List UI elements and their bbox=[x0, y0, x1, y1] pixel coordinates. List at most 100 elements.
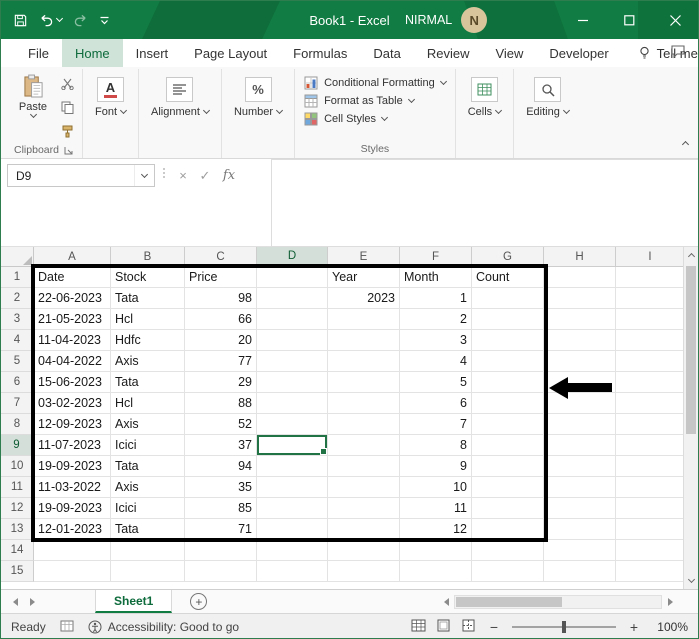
cell-H14[interactable] bbox=[544, 540, 616, 561]
cell-B11[interactable]: Axis bbox=[111, 477, 185, 498]
col-header-C[interactable]: C bbox=[185, 247, 257, 267]
cell-E4[interactable] bbox=[328, 330, 400, 351]
undo-icon[interactable] bbox=[39, 14, 64, 27]
number-group-button[interactable]: % Number bbox=[227, 70, 289, 118]
cell-H12[interactable] bbox=[544, 498, 616, 519]
minimize-button[interactable] bbox=[560, 1, 606, 39]
scroll-down-icon[interactable] bbox=[684, 572, 698, 589]
cell-E1[interactable]: Year bbox=[328, 267, 400, 288]
cell-D14[interactable] bbox=[257, 540, 328, 561]
cell-E8[interactable] bbox=[328, 414, 400, 435]
cell-I13[interactable] bbox=[616, 519, 685, 540]
cell-D12[interactable] bbox=[257, 498, 328, 519]
cell-G5[interactable] bbox=[472, 351, 544, 372]
cell-B3[interactable]: Hcl bbox=[111, 309, 185, 330]
cell-I12[interactable] bbox=[616, 498, 685, 519]
cell-I2[interactable] bbox=[616, 288, 685, 309]
row-header-9[interactable]: 9 bbox=[1, 435, 34, 456]
cell-I1[interactable] bbox=[616, 267, 685, 288]
cell-I8[interactable] bbox=[616, 414, 685, 435]
cell-F4[interactable]: 3 bbox=[400, 330, 472, 351]
cell-A5[interactable]: 04-04-2022 bbox=[34, 351, 111, 372]
cell-A3[interactable]: 21-05-2023 bbox=[34, 309, 111, 330]
tab-file[interactable]: File bbox=[15, 39, 62, 67]
tab-developer[interactable]: Developer bbox=[536, 39, 621, 67]
cell-A6[interactable]: 15-06-2023 bbox=[34, 372, 111, 393]
cancel-icon[interactable]: × bbox=[173, 164, 193, 187]
cell-G10[interactable] bbox=[472, 456, 544, 477]
name-box[interactable]: D9 bbox=[7, 164, 155, 187]
cell-G7[interactable] bbox=[472, 393, 544, 414]
tab-review[interactable]: Review bbox=[414, 39, 483, 67]
close-button[interactable] bbox=[652, 1, 698, 39]
cell-D5[interactable] bbox=[257, 351, 328, 372]
cell-F11[interactable]: 10 bbox=[400, 477, 472, 498]
cell-A12[interactable]: 19-09-2023 bbox=[34, 498, 111, 519]
cell-G14[interactable] bbox=[472, 540, 544, 561]
cell-E6[interactable] bbox=[328, 372, 400, 393]
zoom-out-button[interactable]: − bbox=[488, 619, 500, 635]
row-header-7[interactable]: 7 bbox=[1, 393, 34, 414]
cell-B7[interactable]: Hcl bbox=[111, 393, 185, 414]
zoom-slider[interactable] bbox=[512, 621, 616, 633]
horizontal-scrollbar[interactable] bbox=[438, 590, 698, 613]
comments-icon[interactable] bbox=[670, 44, 686, 62]
cell-H13[interactable] bbox=[544, 519, 616, 540]
cell-A1[interactable]: Date bbox=[34, 267, 111, 288]
cell-I9[interactable] bbox=[616, 435, 685, 456]
row-header-12[interactable]: 12 bbox=[1, 498, 34, 519]
cell-F14[interactable] bbox=[400, 540, 472, 561]
cell-E12[interactable] bbox=[328, 498, 400, 519]
cell-B14[interactable] bbox=[111, 540, 185, 561]
cell-I14[interactable] bbox=[616, 540, 685, 561]
row-header-13[interactable]: 13 bbox=[1, 519, 34, 540]
cell-F8[interactable]: 7 bbox=[400, 414, 472, 435]
cut-icon[interactable] bbox=[61, 77, 74, 95]
cell-C3[interactable]: 66 bbox=[185, 309, 257, 330]
cell-C11[interactable]: 35 bbox=[185, 477, 257, 498]
cell-A10[interactable]: 19-09-2023 bbox=[34, 456, 111, 477]
row-header-6[interactable]: 6 bbox=[1, 372, 34, 393]
col-header-E[interactable]: E bbox=[328, 247, 400, 267]
cell-B15[interactable] bbox=[111, 561, 185, 582]
cell-B13[interactable]: Tata bbox=[111, 519, 185, 540]
maximize-button[interactable] bbox=[606, 1, 652, 39]
cell-D3[interactable] bbox=[257, 309, 328, 330]
cell-B12[interactable]: Icici bbox=[111, 498, 185, 519]
select-all-corner[interactable] bbox=[1, 247, 34, 267]
cell-B8[interactable]: Axis bbox=[111, 414, 185, 435]
tab-view[interactable]: View bbox=[482, 39, 536, 67]
cell-G6[interactable] bbox=[472, 372, 544, 393]
row-header-5[interactable]: 5 bbox=[1, 351, 34, 372]
macro-record-icon[interactable] bbox=[60, 620, 74, 635]
cell-C6[interactable]: 29 bbox=[185, 372, 257, 393]
cell-A8[interactable]: 12-09-2023 bbox=[34, 414, 111, 435]
col-header-D[interactable]: D bbox=[257, 247, 328, 267]
col-header-F[interactable]: F bbox=[400, 247, 472, 267]
cell-A9[interactable]: 11-07-2023 bbox=[34, 435, 111, 456]
alignment-group-button[interactable]: Alignment bbox=[144, 70, 216, 118]
cell-F3[interactable]: 2 bbox=[400, 309, 472, 330]
vertical-scrollbar[interactable] bbox=[683, 247, 698, 589]
cell-D1[interactable] bbox=[257, 267, 328, 288]
col-header-H[interactable]: H bbox=[544, 247, 616, 267]
normal-view-icon[interactable] bbox=[411, 619, 426, 635]
cell-A4[interactable]: 11-04-2023 bbox=[34, 330, 111, 351]
row-header-10[interactable]: 10 bbox=[1, 456, 34, 477]
cell-G12[interactable] bbox=[472, 498, 544, 519]
cell-I7[interactable] bbox=[616, 393, 685, 414]
row-header-14[interactable]: 14 bbox=[1, 540, 34, 561]
hscroll-left-icon[interactable] bbox=[438, 590, 454, 613]
copy-icon[interactable] bbox=[61, 101, 74, 119]
name-box-dropdown-icon[interactable] bbox=[134, 165, 154, 186]
row-header-2[interactable]: 2 bbox=[1, 288, 34, 309]
cell-D15[interactable] bbox=[257, 561, 328, 582]
cell-B4[interactable]: Hdfc bbox=[111, 330, 185, 351]
row-header-15[interactable]: 15 bbox=[1, 561, 34, 582]
cell-F10[interactable]: 9 bbox=[400, 456, 472, 477]
cell-I11[interactable] bbox=[616, 477, 685, 498]
accessibility-status[interactable]: Accessibility: Good to go bbox=[88, 620, 239, 634]
tab-page-layout[interactable]: Page Layout bbox=[181, 39, 280, 67]
collapse-ribbon-icon[interactable] bbox=[681, 134, 690, 152]
cell-H5[interactable] bbox=[544, 351, 616, 372]
